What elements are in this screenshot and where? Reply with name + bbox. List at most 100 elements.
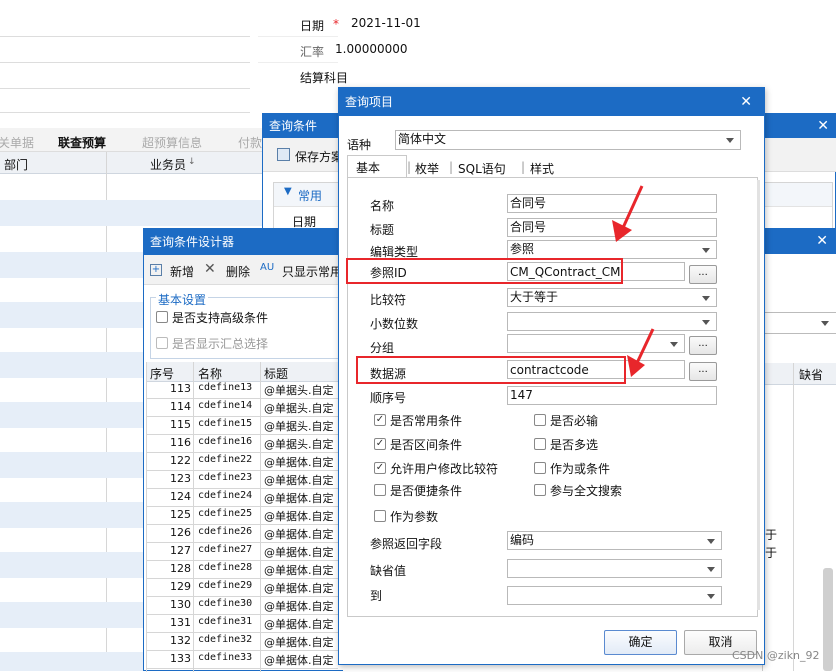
table-row[interactable]: 127 cdefine27 @单据体.自定 bbox=[146, 543, 338, 561]
default-select[interactable] bbox=[507, 559, 722, 578]
sort-icon[interactable]: ↓ bbox=[188, 157, 196, 167]
table-row[interactable]: 125 cdefine25 @单据体.自定 bbox=[146, 507, 338, 525]
table-row[interactable]: 131 cdefine31 @单据体.自定 bbox=[146, 615, 338, 633]
allow-compare-checkbox[interactable]: ✓ bbox=[374, 462, 386, 474]
tab-payment[interactable]: 付款 bbox=[238, 134, 262, 151]
background-tabs: 关单据 联查预算 超预算信息 付款 bbox=[0, 128, 262, 152]
tab-sql[interactable]: | SQL语句 bbox=[449, 160, 529, 178]
cell-title: @单据头.自定 bbox=[264, 384, 334, 397]
cell-no: 127 bbox=[170, 544, 191, 557]
common-section[interactable]: 常用 bbox=[298, 187, 322, 204]
cell-ge: 于 bbox=[765, 546, 778, 560]
cell-name: cdefine15 bbox=[198, 418, 253, 429]
cell-name: cdefine13 bbox=[198, 382, 253, 393]
quick-checkbox[interactable] bbox=[374, 484, 386, 496]
dialog-title: 查询项目 bbox=[345, 95, 394, 109]
compare-select[interactable]: 大于等于 bbox=[507, 288, 717, 307]
or-condition-checkbox[interactable] bbox=[534, 462, 546, 474]
ref-id-browse-button[interactable]: ... bbox=[689, 265, 717, 284]
cell-name: cdefine16 bbox=[198, 436, 253, 447]
language-label: 语种 bbox=[347, 138, 372, 152]
decimals-select[interactable] bbox=[507, 312, 717, 331]
ok-button[interactable]: 确定 bbox=[604, 630, 677, 655]
table-row[interactable]: 132 cdefine32 @单据体.自定 bbox=[146, 633, 338, 651]
required-checkbox[interactable] bbox=[534, 414, 546, 426]
delete-button[interactable]: 删除 bbox=[226, 263, 250, 280]
tab-over-budget[interactable]: 超预算信息 bbox=[142, 134, 202, 151]
datasource-browse-button[interactable]: ... bbox=[689, 362, 717, 381]
col-dept[interactable]: 部门 bbox=[4, 156, 28, 173]
add-button[interactable]: 新增 bbox=[170, 263, 194, 280]
table-row[interactable]: 122 cdefine22 @单据体.自定 bbox=[146, 453, 338, 471]
tab-style[interactable]: | 样式 bbox=[521, 160, 581, 178]
name-label: 名称 bbox=[370, 199, 395, 213]
summary-checkbox[interactable] bbox=[156, 337, 168, 349]
table-row[interactable]: 124 cdefine24 @单据体.自定 bbox=[146, 489, 338, 507]
cell-no: 113 bbox=[170, 382, 191, 395]
common-checkbox[interactable]: ✓ bbox=[374, 414, 386, 426]
save-icon[interactable] bbox=[277, 148, 290, 161]
to-select[interactable] bbox=[507, 586, 722, 605]
tab-related-docs[interactable]: 关单据 bbox=[0, 134, 34, 151]
scrollbar[interactable] bbox=[823, 568, 833, 671]
cell-title: @单据体.自定 bbox=[264, 654, 334, 667]
account-label: 结算科目 bbox=[300, 71, 349, 85]
table-row[interactable]: 114 cdefine14 @单据头.自定 bbox=[146, 399, 338, 417]
close-icon[interactable]: ✕ bbox=[740, 88, 752, 116]
cell-name: cdefine14 bbox=[198, 400, 253, 411]
tab-linked-budget[interactable]: 联查预算 bbox=[58, 134, 106, 151]
cell-title: @单据体.自定 bbox=[264, 564, 334, 577]
allow-compare-label: 允许用户修改比较符 bbox=[390, 462, 499, 476]
date-value[interactable]: 2021-11-01 bbox=[351, 16, 421, 30]
caption-label: 标题 bbox=[370, 223, 395, 237]
multi-check-label: 是否多选 bbox=[550, 438, 599, 452]
col-title[interactable]: 标题 bbox=[264, 365, 288, 382]
close-icon[interactable]: ✕ bbox=[817, 114, 829, 138]
col-name[interactable]: 名称 bbox=[198, 365, 222, 382]
delete-icon[interactable]: ✕ bbox=[204, 261, 216, 277]
chevron-down-icon[interactable]: ▼ bbox=[284, 186, 292, 197]
group-browse-button[interactable]: ... bbox=[689, 336, 717, 355]
tab-basic[interactable]: 基本 bbox=[347, 155, 407, 178]
table-row[interactable]: 128 cdefine28 @单据体.自定 bbox=[146, 561, 338, 579]
as-param-label: 作为参数 bbox=[390, 510, 439, 524]
return-field-label: 参照返回字段 bbox=[370, 537, 443, 551]
chevron-down-icon[interactable] bbox=[811, 314, 835, 332]
table-row[interactable]: 113 cdefine13 @单据头.自定 bbox=[146, 381, 338, 399]
rate-value[interactable]: 1.00000000 bbox=[335, 42, 408, 56]
show-common-button[interactable]: 只显示常用 bbox=[282, 263, 342, 280]
col-staff[interactable]: 业务员 bbox=[150, 156, 186, 173]
cell-name: cdefine23 bbox=[198, 472, 253, 483]
fulltext-checkbox[interactable] bbox=[534, 484, 546, 496]
table-row[interactable]: 116 cdefine16 @单据头.自定 bbox=[146, 435, 338, 453]
close-icon[interactable]: ✕ bbox=[816, 228, 828, 254]
cell-name: cdefine31 bbox=[198, 616, 253, 627]
cell-no: 128 bbox=[170, 562, 191, 575]
table-row[interactable]: 130 cdefine30 @单据体.自定 bbox=[146, 597, 338, 615]
col-no[interactable]: 序号 bbox=[150, 365, 174, 382]
right-bg-window: ✕ 缺省 于 于 bbox=[762, 228, 836, 671]
cell-title: @单据头.自定 bbox=[264, 438, 334, 451]
language-select[interactable]: 简体中文 bbox=[395, 130, 741, 150]
order-input[interactable]: 147 bbox=[507, 386, 717, 405]
as-param-checkbox[interactable] bbox=[374, 510, 386, 522]
advanced-checkbox[interactable] bbox=[156, 311, 168, 323]
add-icon[interactable]: + bbox=[150, 264, 162, 276]
or-condition-label: 作为或条件 bbox=[550, 462, 611, 476]
return-field-select[interactable]: 编码 bbox=[507, 531, 722, 550]
cell-name: cdefine30 bbox=[198, 598, 253, 609]
table-row[interactable]: 115 cdefine15 @单据头.自定 bbox=[146, 417, 338, 435]
filter-icon[interactable]: AU bbox=[260, 262, 274, 273]
compare-label: 比较符 bbox=[370, 293, 407, 307]
table-row[interactable]: 126 cdefine26 @单据体.自定 bbox=[146, 525, 338, 543]
designer-title: 查询条件设计器 bbox=[144, 229, 343, 255]
range-checkbox[interactable]: ✓ bbox=[374, 438, 386, 450]
table-row[interactable]: 133 cdefine33 @单据体.自定 bbox=[146, 651, 338, 669]
save-scheme-button[interactable]: 保存方案 bbox=[295, 148, 343, 165]
date-label: 日期 bbox=[300, 19, 325, 33]
table-row[interactable]: 129 cdefine29 @单据体.自定 bbox=[146, 579, 338, 597]
table-row[interactable]: 123 cdefine23 @单据体.自定 bbox=[146, 471, 338, 489]
multi-checkbox[interactable] bbox=[534, 438, 546, 450]
col-default[interactable]: 缺省 bbox=[799, 366, 823, 383]
cell-name: cdefine33 bbox=[198, 652, 253, 663]
